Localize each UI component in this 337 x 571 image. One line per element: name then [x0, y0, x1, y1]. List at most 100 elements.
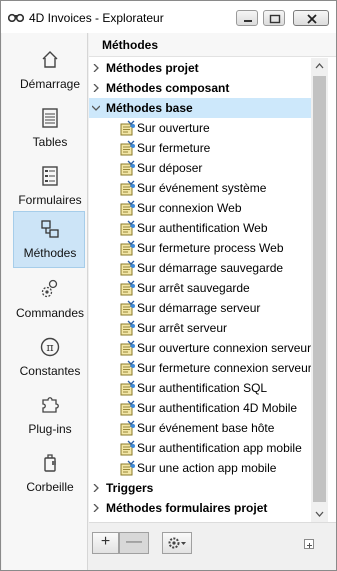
- home-icon: [42, 51, 58, 68]
- method-label: Sur déposer: [137, 161, 203, 175]
- tree-group-label: Méthodes projet: [106, 61, 199, 75]
- chevron-right-icon: [93, 484, 99, 492]
- database-method-icon: [120, 360, 135, 376]
- method-item[interactable]: Sur authentification Web: [89, 218, 311, 238]
- sidebar-item-demarrage[interactable]: Démarrage: [13, 42, 85, 99]
- svg-text:π: π: [46, 341, 53, 354]
- method-label: Sur fermeture: [137, 141, 211, 155]
- method-item[interactable]: Sur ouverture connexion serveur: [89, 338, 311, 358]
- method-label: Sur fermeture connexion serveur: [137, 361, 311, 375]
- close-icon: [307, 14, 317, 24]
- tree-group-methodes-base[interactable]: Méthodes base: [89, 98, 311, 118]
- add-method-button[interactable]: +: [92, 532, 119, 554]
- sidebar-item-label: Tables: [32, 135, 68, 149]
- methods-tree[interactable]: Méthodes projet Méthodes composant Métho…: [89, 58, 311, 554]
- gear-dropdown-icon: [168, 537, 186, 549]
- method-item[interactable]: Sur fermeture connexion serveur: [89, 358, 311, 378]
- method-item[interactable]: Sur fermeture: [89, 138, 311, 158]
- sidebar-item-commandes[interactable]: Commandes: [13, 271, 85, 328]
- sidebar-item-label: Démarrage: [19, 77, 81, 91]
- sidebar-item-label: Constantes: [19, 364, 81, 378]
- puzzle-icon: [42, 397, 59, 413]
- database-method-icon: [120, 280, 135, 296]
- close-button[interactable]: [293, 10, 329, 26]
- database-method-icon: [120, 200, 135, 216]
- method-item[interactable]: Sur événement système: [89, 178, 311, 198]
- sidebar-item-constantes[interactable]: π Constantes: [13, 329, 85, 386]
- methods-icon: [41, 220, 59, 238]
- form-icon: [42, 166, 58, 186]
- database-method-icon: [120, 420, 135, 436]
- window-title: 4D Invoices - Explorateur: [29, 11, 164, 25]
- method-label: Sur fermeture process Web: [137, 241, 284, 255]
- database-method-icon: [120, 440, 135, 456]
- sidebar-item-plugins[interactable]: Plug-ins: [13, 387, 85, 444]
- method-label: Sur une action app mobile: [137, 461, 277, 475]
- chevron-right-icon: [93, 64, 99, 72]
- method-label: Sur arrêt serveur: [137, 321, 228, 335]
- database-method-icon: [120, 220, 135, 236]
- trash-icon: [44, 454, 56, 472]
- chevron-right-icon: [93, 84, 99, 92]
- method-label: Sur ouverture connexion serveur: [137, 341, 311, 355]
- method-item[interactable]: Sur fermeture process Web: [89, 238, 311, 258]
- method-item[interactable]: Sur connexion Web: [89, 198, 311, 218]
- tree-group-label: Méthodes composant: [106, 81, 230, 95]
- method-item[interactable]: Sur déposer: [89, 158, 311, 178]
- method-label: Sur ouverture: [137, 121, 210, 135]
- chevron-down-icon: [92, 105, 100, 111]
- scroll-up-icon[interactable]: [311, 58, 328, 75]
- options-menu-button[interactable]: [162, 532, 192, 554]
- database-method-icon: [120, 180, 135, 196]
- commands-gear-icon: [41, 279, 58, 298]
- explorer-window: 4D Invoices - Explorateur Démarrage Tabl…: [0, 0, 337, 571]
- tree-group-methodes-projet[interactable]: Méthodes projet: [89, 58, 311, 78]
- scroll-down-icon[interactable]: [311, 505, 328, 522]
- panel-header: Méthodes: [89, 33, 336, 57]
- sidebar-item-tables[interactable]: Tables: [13, 100, 85, 157]
- method-label: Sur authentification app mobile: [137, 441, 302, 455]
- expand-icon[interactable]: [304, 539, 314, 549]
- tree-group-methodes-composant[interactable]: Méthodes composant: [89, 78, 311, 98]
- sidebar-item-label: Méthodes: [23, 246, 77, 260]
- method-item[interactable]: Sur événement base hôte: [89, 418, 311, 438]
- database-method-icon: [120, 120, 135, 136]
- scrollbar-thumb[interactable]: [313, 76, 326, 502]
- database-method-icon: [120, 260, 135, 276]
- database-method-icon: [120, 340, 135, 356]
- tree-group-methodes-formulaires-projet[interactable]: Méthodes formulaires projet: [89, 498, 311, 518]
- remove-method-button[interactable]: —: [119, 532, 149, 554]
- sidebar-item-methodes[interactable]: Méthodes: [13, 211, 85, 268]
- sidebar-item-corbeille[interactable]: Corbeille: [13, 445, 85, 502]
- tree-group-label: Méthodes formulaires projet: [106, 501, 268, 515]
- maximize-button[interactable]: [263, 10, 285, 26]
- database-method-icon: [120, 400, 135, 416]
- bottom-toolbar: + —: [89, 522, 336, 570]
- method-label: Sur authentification 4D Mobile: [137, 401, 298, 415]
- method-item[interactable]: Sur authentification 4D Mobile: [89, 398, 311, 418]
- database-method-icon: [120, 460, 135, 476]
- panel-title: Méthodes: [102, 38, 159, 52]
- method-item[interactable]: Sur démarrage sauvegarde: [89, 258, 311, 278]
- sidebar-item-formulaires[interactable]: Formulaires: [13, 158, 85, 215]
- method-label: Sur connexion Web: [137, 201, 242, 215]
- database-method-icon: [120, 320, 135, 336]
- method-item[interactable]: Sur arrêt serveur: [89, 318, 311, 338]
- method-item[interactable]: Sur une action app mobile: [89, 458, 311, 478]
- vertical-scrollbar[interactable]: [311, 58, 328, 522]
- method-item[interactable]: Sur authentification SQL: [89, 378, 311, 398]
- database-method-icon: [120, 240, 135, 256]
- chevron-right-icon: [93, 504, 99, 512]
- minimize-button[interactable]: [236, 10, 258, 26]
- method-item[interactable]: Sur ouverture: [89, 118, 311, 138]
- method-item[interactable]: Sur authentification app mobile: [89, 438, 311, 458]
- tree-group-triggers[interactable]: Triggers: [89, 478, 311, 498]
- sidebar-item-label: Commandes: [15, 306, 85, 320]
- method-item[interactable]: Sur arrêt sauvegarde: [89, 278, 311, 298]
- database-method-icon: [120, 300, 135, 316]
- method-item[interactable]: Sur démarrage serveur: [89, 298, 311, 318]
- tree-group-label: Méthodes base: [106, 101, 193, 115]
- minimize-icon: [244, 20, 252, 22]
- pi-constant-icon: π: [40, 337, 60, 357]
- explorer-sidebar: Démarrage Tables Formulaires Méthodes Co…: [2, 33, 88, 570]
